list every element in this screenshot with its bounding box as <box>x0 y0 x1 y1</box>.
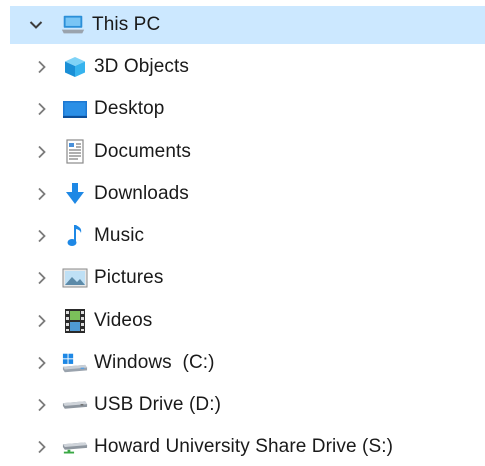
chevron-right-icon[interactable] <box>30 266 54 290</box>
navigation-tree: This PC 3D Objects Desktop Documents Dow… <box>0 0 485 460</box>
videos-icon <box>62 308 88 334</box>
tree-item-desktop[interactable]: Desktop <box>0 90 485 128</box>
tree-item-this-pc[interactable]: This PC <box>10 6 485 44</box>
tree-item-windows-c[interactable]: Windows (C:) <box>0 344 485 382</box>
tree-item-label: Videos <box>94 310 153 331</box>
tree-item-label: Desktop <box>94 98 165 119</box>
windows-drive-icon <box>62 350 88 376</box>
tree-item-downloads[interactable]: Downloads <box>0 175 485 213</box>
chevron-right-icon[interactable] <box>30 182 54 206</box>
tree-item-label: Downloads <box>94 183 189 204</box>
pictures-icon <box>62 265 88 291</box>
downloads-icon <box>62 181 88 207</box>
tree-item-label: Howard University Share Drive (S:) <box>94 436 394 457</box>
chevron-right-icon[interactable] <box>30 55 54 79</box>
music-icon <box>62 223 88 249</box>
chevron-right-icon[interactable] <box>30 435 54 459</box>
tree-item-pictures[interactable]: Pictures <box>0 259 485 297</box>
chevron-down-icon[interactable] <box>24 13 48 37</box>
chevron-right-icon[interactable] <box>30 224 54 248</box>
documents-icon <box>62 139 88 165</box>
tree-item-share-drive-s[interactable]: Howard University Share Drive (S:) <box>0 428 485 466</box>
3d-objects-icon <box>62 54 88 80</box>
chevron-right-icon[interactable] <box>30 309 54 333</box>
tree-item-3d-objects[interactable]: 3D Objects <box>0 48 485 86</box>
tree-item-label: Documents <box>94 141 191 162</box>
usb-drive-icon <box>62 392 88 418</box>
chevron-right-icon[interactable] <box>30 393 54 417</box>
tree-item-music[interactable]: Music <box>0 217 485 255</box>
desktop-icon <box>62 96 88 122</box>
network-drive-icon <box>62 434 88 460</box>
tree-item-label: Music <box>94 225 145 246</box>
tree-item-label: 3D Objects <box>94 56 189 77</box>
tree-item-label: This PC <box>92 14 161 35</box>
tree-item-label: Windows (C:) <box>94 352 215 373</box>
tree-item-documents[interactable]: Documents <box>0 133 485 171</box>
tree-item-usb-drive-d[interactable]: USB Drive (D:) <box>0 386 485 424</box>
chevron-right-icon[interactable] <box>30 140 54 164</box>
chevron-right-icon[interactable] <box>30 97 54 121</box>
tree-item-label: USB Drive (D:) <box>94 394 222 415</box>
tree-item-label: Pictures <box>94 267 164 288</box>
tree-item-videos[interactable]: Videos <box>0 302 485 340</box>
chevron-right-icon[interactable] <box>30 351 54 375</box>
computer-icon <box>60 12 86 38</box>
